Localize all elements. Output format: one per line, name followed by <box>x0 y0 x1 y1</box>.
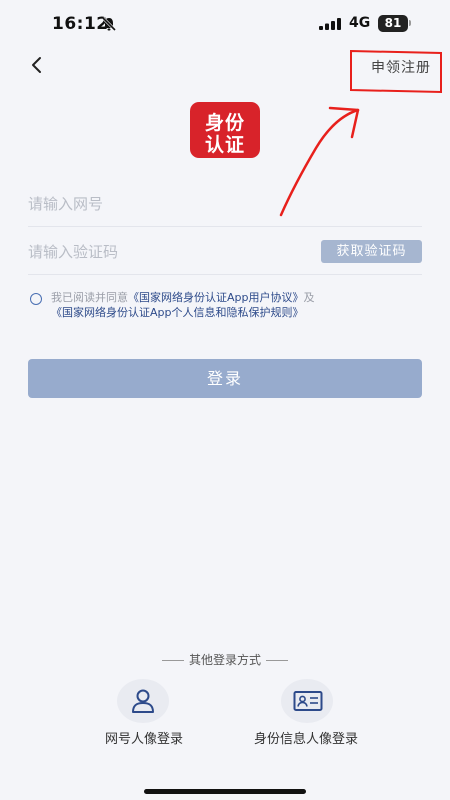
register-link[interactable]: 申领注册 <box>371 57 431 77</box>
agreement-radio[interactable] <box>30 293 42 305</box>
mute-bell-icon <box>101 16 117 32</box>
verification-code-input[interactable] <box>28 239 288 265</box>
agreement-text: 我已阅读并同意《国家网络身份认证App用户协议》及《国家网络身份认证App个人信… <box>51 290 431 320</box>
other-login-title: 其他登录方式 <box>188 653 261 667</box>
divider-line-left <box>161 660 184 661</box>
agreement-and: 及 <box>303 291 315 304</box>
person-icon <box>132 689 154 713</box>
idinfo-face-login-label: 身份信息人像登录 <box>253 732 358 747</box>
battery-icon: 81 <box>378 15 408 32</box>
home-indicator <box>144 789 306 794</box>
battery-cap <box>409 20 411 26</box>
privacy-rules-link[interactable]: 《国家网络身份认证App个人信息和隐私保护规则》 <box>51 306 304 319</box>
back-button[interactable] <box>26 52 50 78</box>
other-login-header: 其他登录方式 <box>0 651 450 668</box>
logo-line-2: 认证 <box>204 134 245 156</box>
id-card-icon-circle <box>281 679 333 723</box>
network-type: 4G <box>349 15 371 31</box>
account-input[interactable] <box>28 191 288 217</box>
code-field: 获取验证码 <box>28 229 422 275</box>
app-logo: 身份 认证 <box>190 102 260 158</box>
account-field <box>28 181 422 227</box>
get-code-button[interactable]: 获取验证码 <box>321 240 422 263</box>
person-icon-circle <box>117 679 169 723</box>
chevron-left-icon <box>32 57 41 73</box>
id-card-icon <box>293 691 323 711</box>
agreement-prefix: 我已阅读并同意 <box>51 291 128 304</box>
user-agreement-link[interactable]: 《国家网络身份认证App用户协议》 <box>128 291 304 304</box>
signal-icon <box>319 18 341 30</box>
netid-face-login-label: 网号人像登录 <box>104 732 183 747</box>
login-button[interactable]: 登录 <box>28 359 422 398</box>
divider-line-right <box>266 660 288 661</box>
status-bar: 16:12 4G 81 <box>0 0 450 50</box>
